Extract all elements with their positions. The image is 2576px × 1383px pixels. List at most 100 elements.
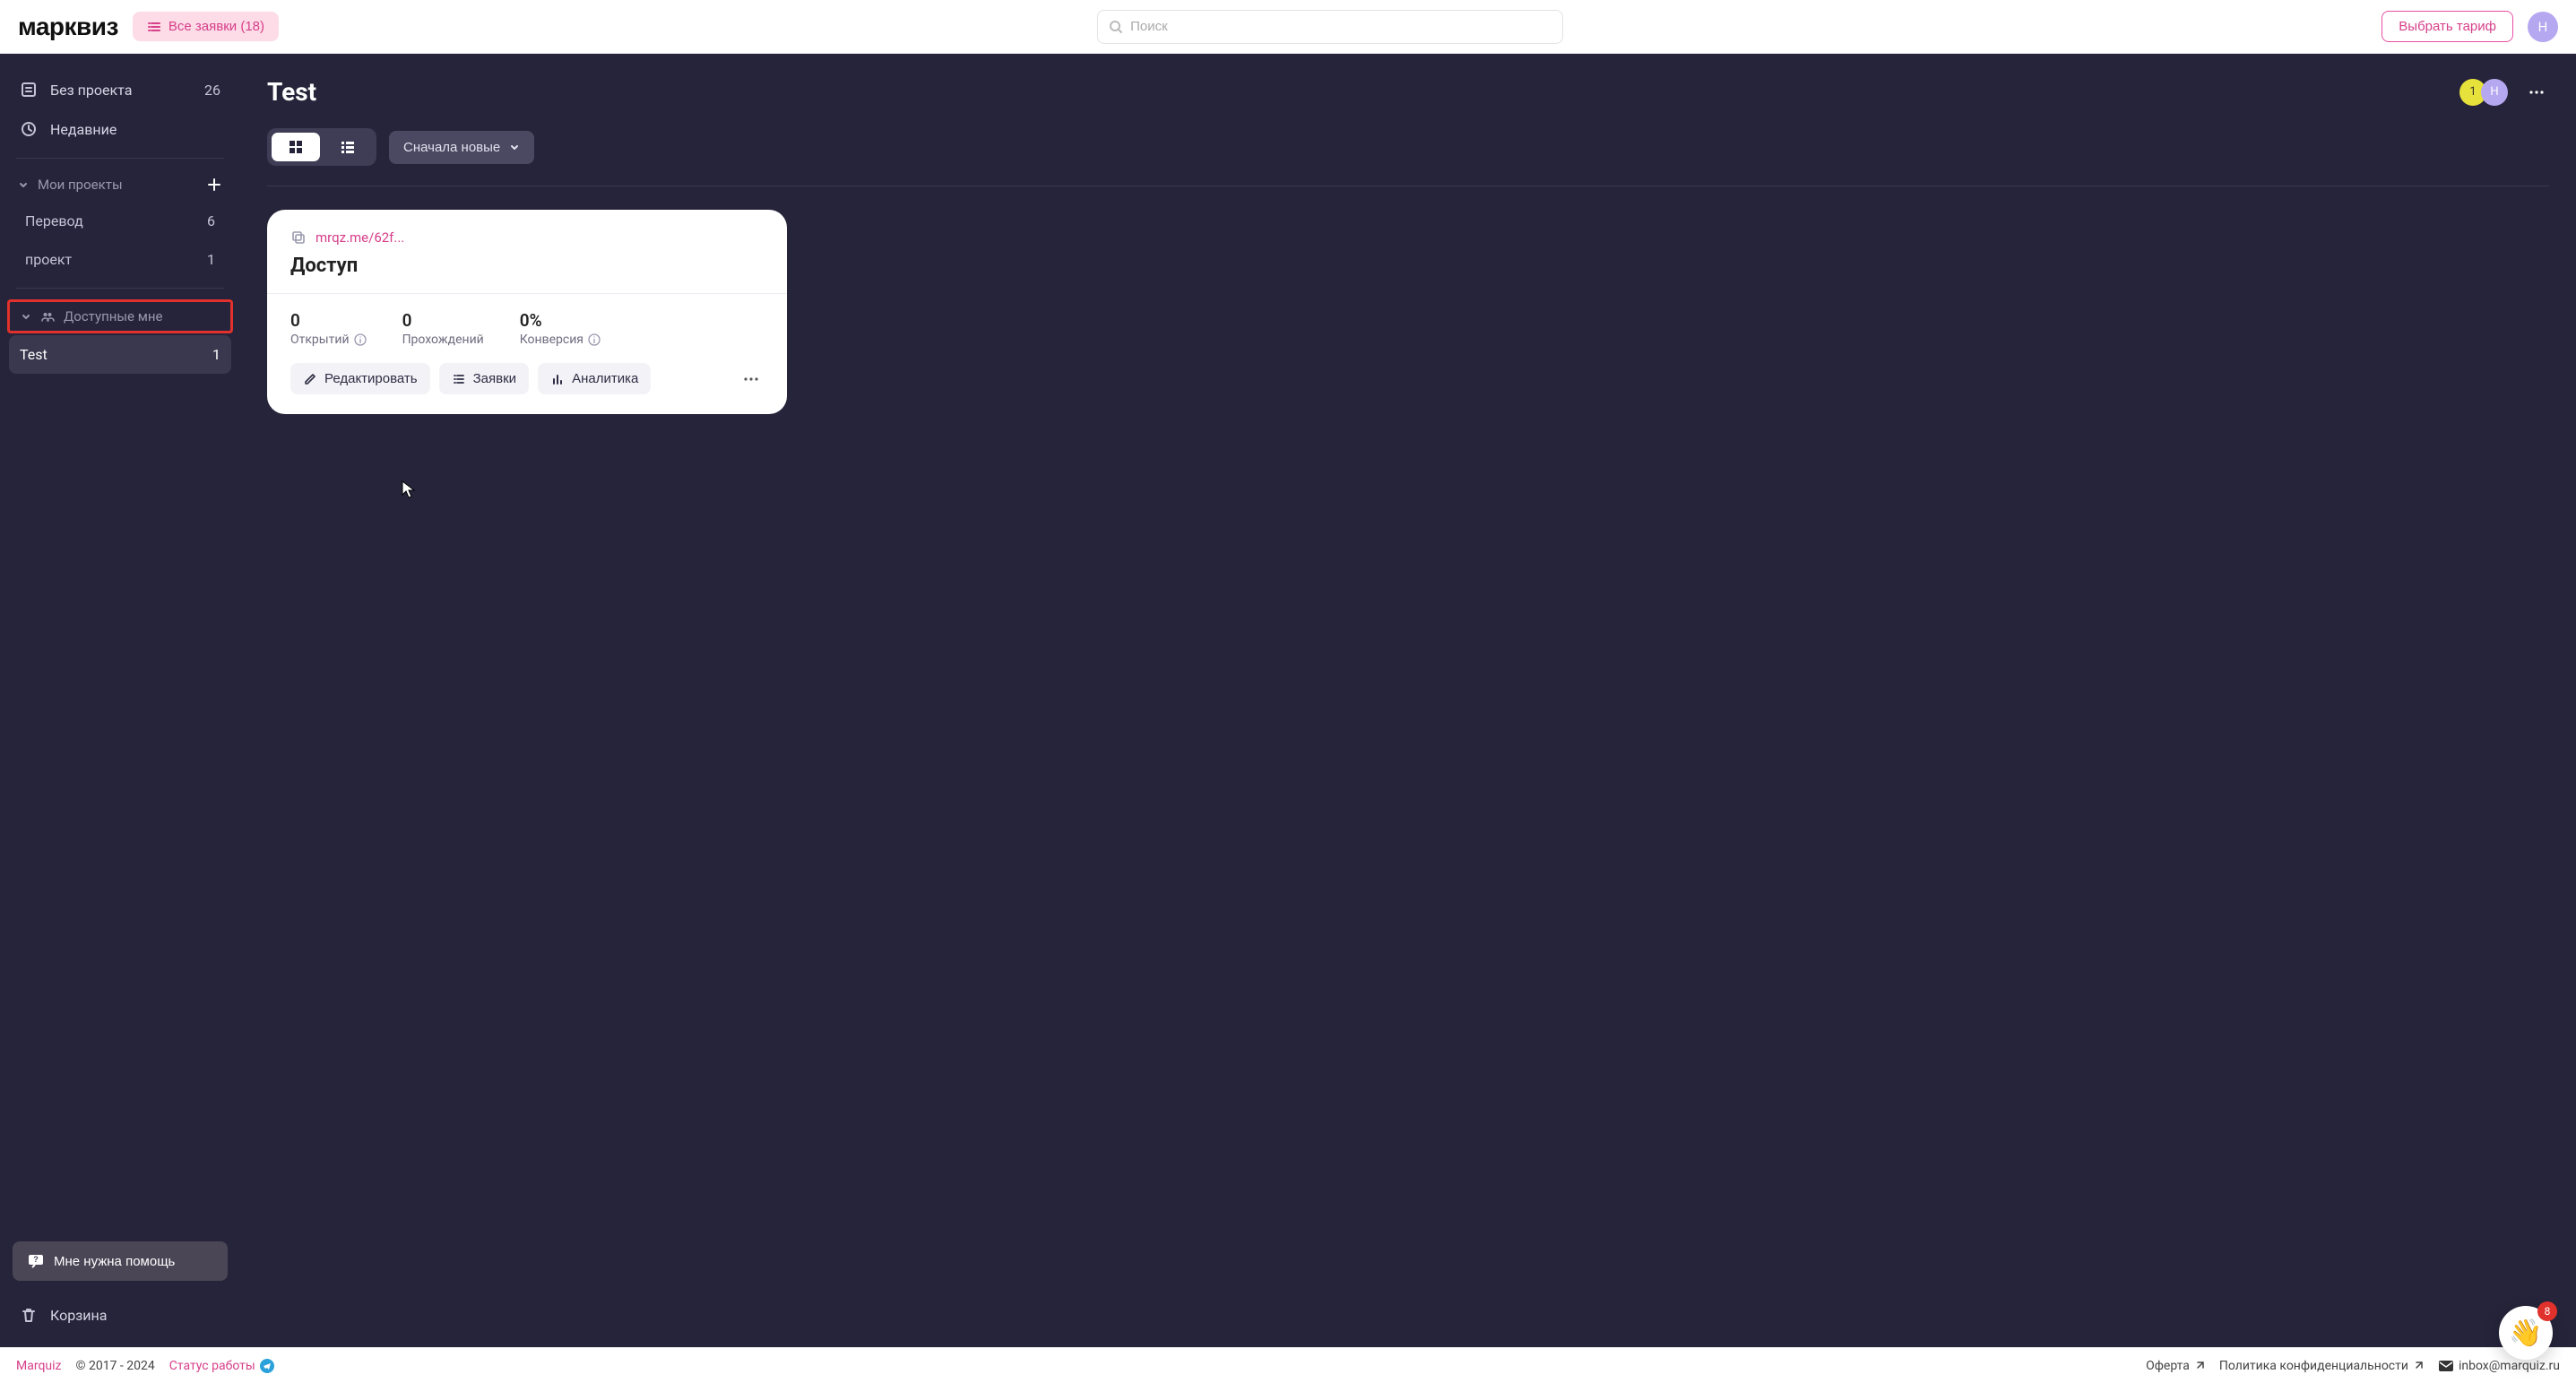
footer-brand[interactable]: Marquiz <box>16 1359 61 1373</box>
toolbar: Сначала новые <box>267 128 2549 166</box>
leads-label: Заявки <box>473 371 516 386</box>
trash-icon <box>20 1306 38 1324</box>
sidebar-section-label: Доступные мне <box>64 308 162 324</box>
main-header: Test 1 Н <box>267 77 2549 107</box>
stat-completions: 0 Прохождений <box>402 310 484 347</box>
stat-value: 0 <box>402 310 484 331</box>
sidebar-item-label: Перевод <box>25 212 83 229</box>
chat-badge: 8 <box>2537 1301 2557 1321</box>
leads-button[interactable]: Заявки <box>439 363 529 394</box>
all-leads-label: Все заявки (18) <box>169 19 264 34</box>
wave-icon: 👋 <box>2509 1318 2542 1349</box>
page-title: Test <box>267 77 316 107</box>
chat-icon: ? <box>27 1252 45 1270</box>
main: Test 1 Н <box>240 54 2576 1347</box>
sidebar-item-count: 6 <box>207 212 215 229</box>
telegram-icon <box>260 1359 274 1373</box>
edit-label: Редактировать <box>324 371 418 386</box>
project-list: Перевод 6 проект 1 <box>0 202 240 279</box>
stat-label: Открытий <box>290 333 350 347</box>
external-link-icon <box>2413 1361 2424 1371</box>
list-icon <box>452 372 466 386</box>
view-toggle <box>267 128 376 166</box>
sidebar-divider <box>16 158 224 159</box>
help-button[interactable]: ? Мне нужна помощь <box>13 1241 228 1281</box>
search-wrap <box>293 10 2367 44</box>
stats-row: 0 Открытий 0 Прохождений 0% Конверсия <box>290 310 764 347</box>
chat-bubble-button[interactable]: 👋 8 <box>2499 1306 2553 1360</box>
sidebar-item-perevod[interactable]: Перевод 6 <box>0 202 240 240</box>
stat-conversion: 0% Конверсия <box>520 310 601 347</box>
chevron-down-icon <box>21 311 31 322</box>
grid-icon <box>288 139 304 155</box>
footer-offer[interactable]: Оферта <box>2146 1359 2205 1373</box>
sidebar-item-label: проект <box>25 251 72 268</box>
sidebar-item-count: 1 <box>207 251 215 268</box>
analytics-button[interactable]: Аналитика <box>538 363 651 394</box>
sidebar-item-label: Без проекта <box>50 82 132 99</box>
card-url[interactable]: mrqz.me/62f... <box>316 229 404 246</box>
chevron-down-icon <box>18 179 29 190</box>
chevron-down-icon <box>509 142 520 152</box>
sidebar-item-test[interactable]: Test 1 <box>9 335 231 374</box>
header: марквиз Все заявки (18) Выбрать тариф Н <box>0 0 2576 54</box>
sort-label: Сначала новые <box>403 140 500 155</box>
list-icon <box>340 139 356 155</box>
footer-email-label: inbox@marquiz.ru <box>2459 1359 2560 1373</box>
analytics-label: Аналитика <box>572 371 638 386</box>
sidebar-section-my-projects[interactable]: Мои проекты <box>0 168 240 202</box>
help-label: Мне нужна помощь <box>54 1254 175 1269</box>
stat-label: Прохождений <box>402 333 484 347</box>
all-leads-button[interactable]: Все заявки (18) <box>133 12 279 41</box>
info-icon[interactable] <box>588 333 601 346</box>
pencil-icon <box>303 372 317 386</box>
list-view-button[interactable] <box>324 133 372 161</box>
footer: Marquiz © 2017 - 2024 Статус работы Офер… <box>0 1347 2576 1383</box>
grid-view-button[interactable] <box>272 133 320 161</box>
cursor-icon <box>402 480 416 498</box>
card-title: Доступ <box>290 255 764 277</box>
bar-chart-icon <box>550 372 565 386</box>
footer-copyright: © 2017 - 2024 <box>75 1359 154 1373</box>
card-divider <box>267 293 787 294</box>
tariff-button[interactable]: Выбрать тариф <box>2382 11 2513 42</box>
avatar-group[interactable]: 1 Н <box>2459 79 2508 106</box>
sidebar-item-label: Недавние <box>50 121 117 138</box>
search-input-wrap[interactable] <box>1097 10 1563 44</box>
card-more-button[interactable] <box>739 367 764 392</box>
stat-label: Конверсия <box>520 333 583 347</box>
external-link-icon <box>2194 1361 2205 1371</box>
sidebar-item-recent[interactable]: Недавние <box>0 109 240 149</box>
footer-privacy-label: Политика конфиденциальности <box>2219 1359 2408 1373</box>
document-icon <box>20 81 38 99</box>
sidebar-item-count: 26 <box>204 82 220 99</box>
footer-offer-label: Оферта <box>2146 1359 2190 1373</box>
copy-icon[interactable] <box>290 229 307 246</box>
sidebar-item-trash[interactable]: Корзина <box>0 1295 240 1335</box>
footer-status-label: Статус работы <box>169 1359 255 1373</box>
footer-status[interactable]: Статус работы <box>169 1359 274 1373</box>
sidebar-item-label: Корзина <box>50 1307 107 1324</box>
footer-email[interactable]: inbox@marquiz.ru <box>2438 1359 2560 1373</box>
people-icon <box>40 309 55 324</box>
svg-text:?: ? <box>33 1255 39 1264</box>
layout: Без проекта 26 Недавние Мои проекты <box>0 54 2576 1347</box>
add-project-button[interactable] <box>206 177 222 193</box>
edit-button[interactable]: Редактировать <box>290 363 430 394</box>
mail-icon <box>2438 1360 2454 1372</box>
sidebar-item-count: 1 <box>212 346 220 363</box>
clock-icon <box>20 120 38 138</box>
sidebar-item-proekt[interactable]: проект 1 <box>0 240 240 279</box>
search-icon <box>1109 20 1123 34</box>
sidebar-item-label: Test <box>20 346 48 363</box>
more-menu-button[interactable] <box>2524 80 2549 105</box>
sidebar-item-no-project[interactable]: Без проекта 26 <box>0 70 240 109</box>
sort-button[interactable]: Сначала новые <box>389 131 534 164</box>
sidebar-section-shared[interactable]: Доступные мне <box>7 299 233 333</box>
user-avatar[interactable]: Н <box>2528 12 2558 42</box>
search-input[interactable] <box>1130 19 1552 34</box>
quiz-card: mrqz.me/62f... Доступ 0 Открытий 0 Прохо… <box>267 210 787 414</box>
avatar: Н <box>2481 79 2508 106</box>
footer-privacy[interactable]: Политика конфиденциальности <box>2219 1359 2424 1373</box>
info-icon[interactable] <box>354 333 367 346</box>
